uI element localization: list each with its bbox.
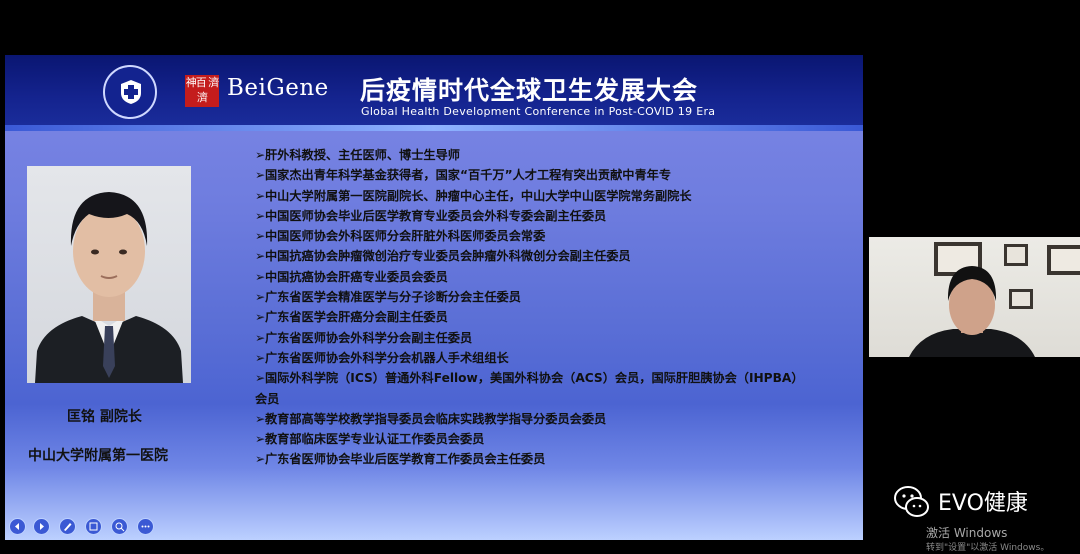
list-item: ➢中山大学附属第一医院副院长、肿瘤中心主任，中山大学中山医学院常务副院长 (255, 186, 805, 206)
windows-activation-title: 激活 Windows (926, 526, 1008, 540)
bullet-arrow-icon: ➢ (255, 452, 266, 467)
beigene-logo: BeiGene (227, 75, 329, 101)
list-item: ➢国际外科学院（ICS）普通外科Fellow，美国外科协会（ACS）会员，国际肝… (255, 368, 805, 409)
bullet-arrow-icon: ➢ (255, 411, 266, 426)
bullet-arrow-icon: ➢ (255, 249, 266, 264)
webcam-video-tile (869, 237, 1080, 357)
list-item: ➢中国抗癌协会肝癌专业委员会委员 (255, 267, 805, 287)
zoom-icon[interactable] (111, 518, 128, 535)
speaker-credentials-list: ➢肝外科教授、主任医师、博士生导师 ➢国家杰出青年科学基金获得者，国家“百千万”… (255, 145, 805, 470)
bullet-arrow-icon: ➢ (255, 290, 266, 305)
bullet-arrow-icon: ➢ (255, 168, 266, 183)
previous-slide-button[interactable] (9, 518, 26, 535)
bullet-arrow-icon: ➢ (255, 269, 266, 284)
more-options-icon[interactable] (137, 518, 154, 535)
bullet-arrow-icon: ➢ (255, 310, 266, 325)
bullet-arrow-icon: ➢ (255, 350, 266, 365)
next-slide-button[interactable] (33, 518, 50, 535)
bullet-arrow-icon: ➢ (255, 371, 266, 386)
bullet-arrow-icon: ➢ (255, 229, 266, 244)
windows-activation-hint: 转到"设置"以激活 Windows。 (926, 543, 1050, 553)
list-item: ➢广东省医学会肝癌分会副主任委员 (255, 307, 805, 327)
bullet-arrow-icon: ➢ (255, 148, 266, 162)
speaker-affiliation: 中山大学附属第一医院 (28, 448, 168, 464)
hospital-logo-icon (103, 65, 157, 119)
list-item: ➢广东省医师协会外科学分会副主任委员 (255, 328, 805, 348)
list-item: ➢国家杰出青年科学基金获得者，国家“百千万”人才工程有突出贡献中青年专 (255, 165, 805, 185)
list-item: ➢教育部临床医学专业认证工作委员会委员 (255, 429, 805, 449)
presentation-slide: 神百 濟濟 BeiGene 后疫情时代全球卫生发展大会 Global Healt… (5, 55, 863, 540)
list-item: ➢广东省医学会精准医学与分子诊断分会主任委员 (255, 287, 805, 307)
list-item: ➢教育部高等学校教学指导委员会临床实践教学指导分委员会委员 (255, 409, 805, 429)
bullet-arrow-icon: ➢ (255, 188, 266, 203)
list-item: ➢肝外科教授、主任医师、博士生导师 (255, 145, 805, 165)
bullet-arrow-icon: ➢ (255, 330, 266, 345)
list-item: ➢广东省医师协会毕业后医学教育工作委员会主任委员 (255, 449, 805, 469)
bullet-arrow-icon: ➢ (255, 208, 266, 223)
list-item: ➢中国抗癌协会肿瘤微创治疗专业委员会肿瘤外科微创分会副主任委员 (255, 246, 805, 266)
pen-tool-icon[interactable] (59, 518, 76, 535)
watermark-text: EVO健康 (938, 491, 1028, 516)
wechat-icon (894, 486, 929, 517)
bullet-arrow-icon: ➢ (255, 432, 266, 447)
list-item: ➢中国医师协会外科医师分会肝脏外科医师委员会常委 (255, 226, 805, 246)
slideshow-controls (5, 514, 863, 540)
banner-divider (5, 125, 863, 131)
speaker-name: 匡铭 副院长 (67, 409, 142, 425)
speaker-photo (27, 166, 191, 383)
slide-banner: 神百 濟濟 BeiGene 后疫情时代全球卫生发展大会 Global Healt… (5, 55, 863, 125)
conference-title-zh: 后疫情时代全球卫生发展大会 (360, 76, 699, 105)
conference-title-en: Global Health Development Conference in … (361, 105, 716, 118)
beigene-seal-icon: 神百 濟濟 (185, 75, 219, 107)
list-item: ➢中国医师协会毕业后医学教育专业委员会外科专委会副主任委员 (255, 206, 805, 226)
slide-overview-icon[interactable] (85, 518, 102, 535)
list-item: ➢广东省医师协会外科学分会机器人手术组组长 (255, 348, 805, 368)
